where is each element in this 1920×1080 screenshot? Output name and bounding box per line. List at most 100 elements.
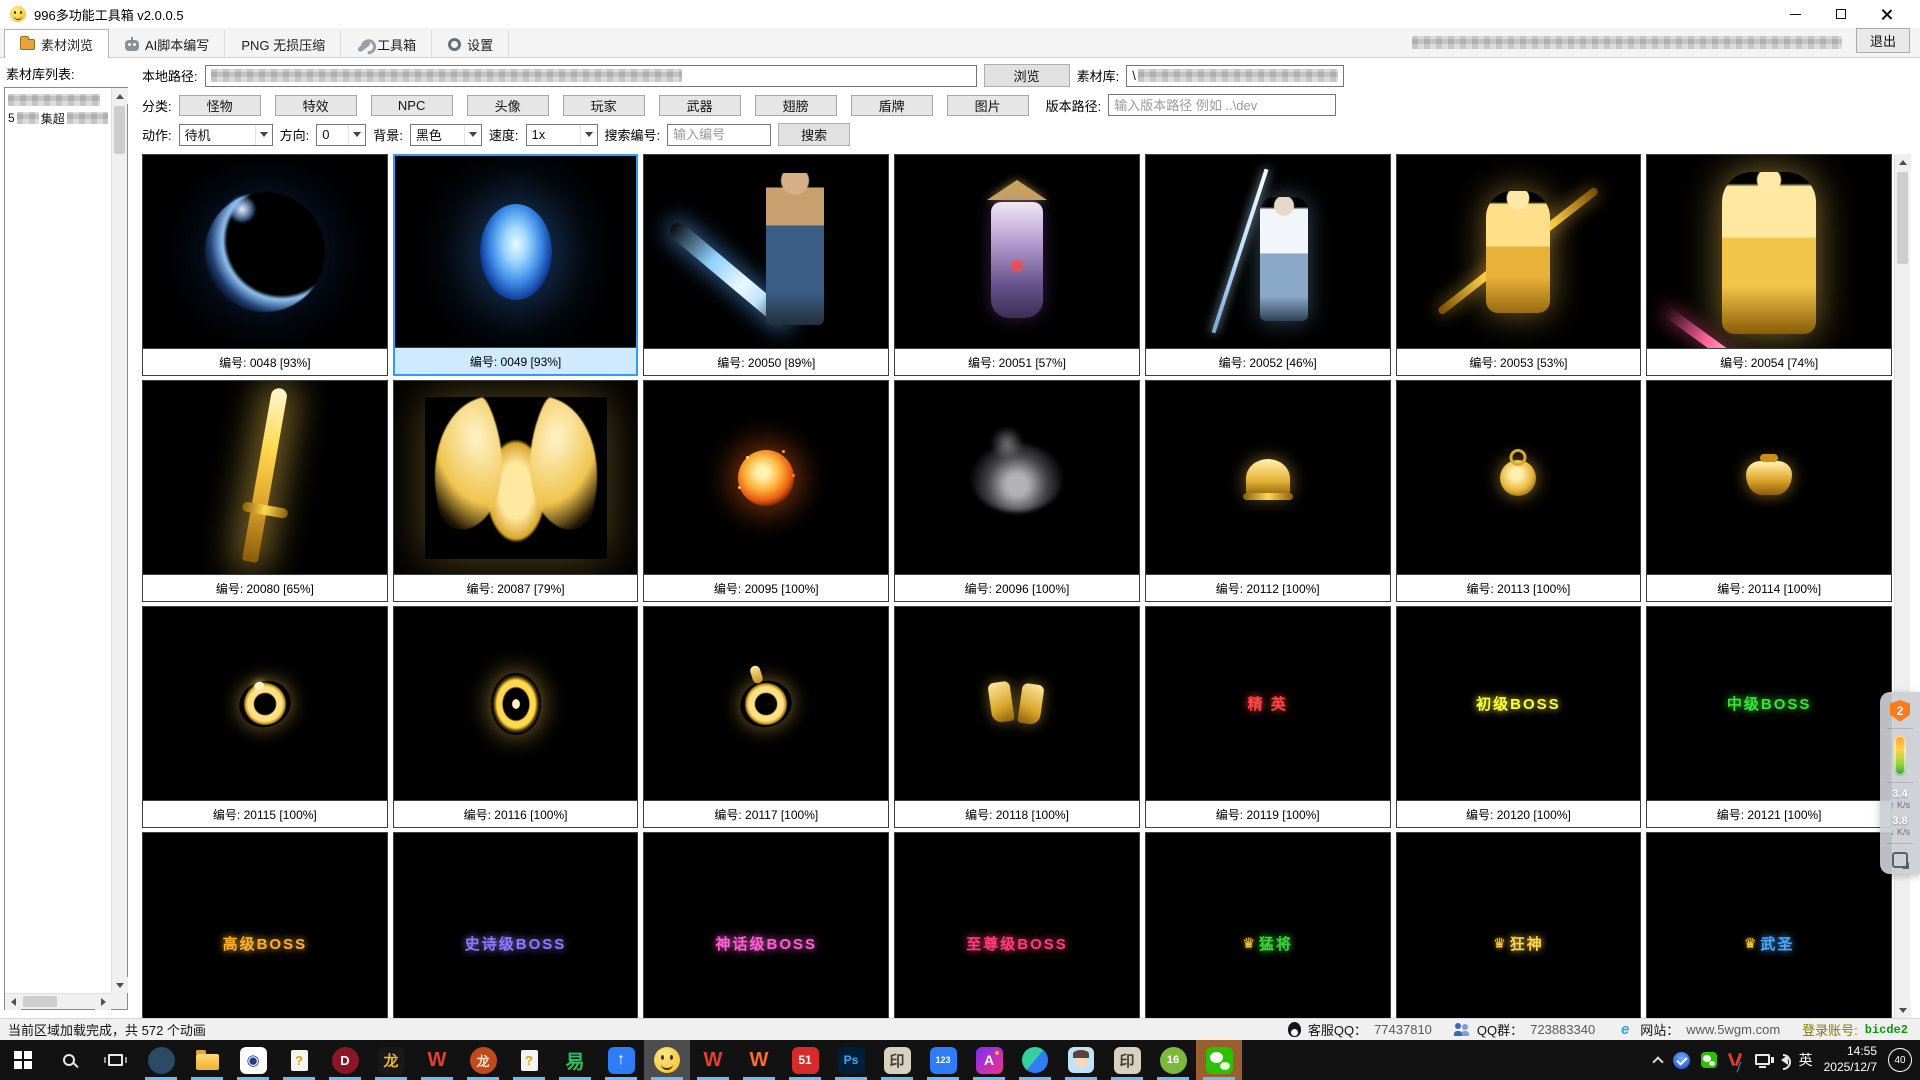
- gold-dragon-app[interactable]: 龙: [368, 1040, 414, 1080]
- category-image[interactable]: 图片: [947, 95, 1029, 116]
- ime-indicator[interactable]: 英: [1799, 1050, 1813, 1070]
- tray-expand-icon[interactable]: [1652, 1056, 1663, 1067]
- tab-toolbox[interactable]: 工具箱: [341, 30, 432, 57]
- background-select[interactable]: 黑色: [410, 124, 482, 146]
- asset-cell[interactable]: 编号: 20116 [100%]: [393, 606, 639, 828]
- scroll-right-icon[interactable]: [95, 994, 111, 1010]
- scroll-up-icon[interactable]: [1895, 154, 1911, 170]
- asset-cell[interactable]: ♛猛将: [1145, 832, 1391, 1018]
- scroll-up-icon[interactable]: [112, 88, 128, 104]
- search-id-input[interactable]: [667, 124, 771, 146]
- vscroll-thumb[interactable]: [1897, 172, 1908, 264]
- performance-meter-icon[interactable]: [1894, 735, 1906, 776]
- d-circle-app[interactable]: D: [322, 1040, 368, 1080]
- tab-material-browse[interactable]: 素材浏览: [4, 29, 109, 58]
- viewer-app[interactable]: ◉: [230, 1040, 276, 1080]
- wps-office-app-3[interactable]: W: [736, 1040, 782, 1080]
- asset-cell[interactable]: 编号: 20053 [53%]: [1396, 154, 1642, 376]
- library-hscrollbar[interactable]: [5, 993, 111, 1009]
- asset-cell[interactable]: 编号: 20052 [46%]: [1145, 154, 1391, 376]
- category-npc[interactable]: NPC: [371, 95, 453, 116]
- close-button[interactable]: [1864, 0, 1910, 28]
- asset-cell[interactable]: 史诗级BOSS: [393, 832, 639, 1018]
- hscroll-thumb[interactable]: [23, 996, 57, 1007]
- search-button[interactable]: 搜索: [778, 123, 850, 146]
- direction-select[interactable]: 0: [316, 124, 366, 146]
- action-select[interactable]: 待机: [179, 124, 273, 146]
- security-tray-icon[interactable]: [1673, 1052, 1690, 1069]
- avatar-app[interactable]: [1058, 1040, 1104, 1080]
- file-explorer-app[interactable]: [184, 1040, 230, 1080]
- start-button[interactable]: [0, 1040, 46, 1080]
- asset-cell[interactable]: ♛武圣: [1646, 832, 1892, 1018]
- asset-cell[interactable]: 精 英编号: 20119 [100%]: [1145, 606, 1391, 828]
- tab-settings[interactable]: 设置: [432, 30, 509, 57]
- browse-button[interactable]: 浏览: [984, 64, 1070, 87]
- vscroll-thumb[interactable]: [114, 106, 125, 154]
- speed-select[interactable]: 1x: [526, 124, 598, 146]
- app-51[interactable]: 51: [782, 1040, 828, 1080]
- asset-cell[interactable]: 初级BOSS编号: 20120 [100%]: [1396, 606, 1642, 828]
- category-player[interactable]: 玩家: [563, 95, 645, 116]
- wps-office-app-2[interactable]: W: [690, 1040, 736, 1080]
- doc-question-app-2[interactable]: ?: [506, 1040, 552, 1080]
- asset-cell[interactable]: 高级BOSS: [142, 832, 388, 1018]
- screenshot-icon[interactable]: [1892, 852, 1908, 868]
- grid-vscrollbar[interactable]: [1894, 154, 1910, 1018]
- green-char-app[interactable]: 易: [552, 1040, 598, 1080]
- minimize-button[interactable]: [1772, 0, 1818, 28]
- category-shield[interactable]: 盾牌: [851, 95, 933, 116]
- asset-cell[interactable]: 编号: 20080 [65%]: [142, 380, 388, 602]
- maximize-button[interactable]: [1818, 0, 1864, 28]
- asset-cell[interactable]: 编号: 20112 [100%]: [1145, 380, 1391, 602]
- scroll-left-icon[interactable]: [5, 994, 21, 1010]
- library-listbox[interactable]: 5集超: [4, 87, 128, 1010]
- asset-cell[interactable]: 编号: 20117 [100%]: [643, 606, 889, 828]
- network-icon[interactable]: [1755, 1054, 1770, 1065]
- asset-cell[interactable]: 中级BOSS编号: 20121 [100%]: [1646, 606, 1892, 828]
- asset-cell[interactable]: 编号: 20087 [79%]: [393, 380, 639, 602]
- scroll-down-icon[interactable]: [1895, 1002, 1911, 1018]
- library-path-input[interactable]: \: [1126, 65, 1344, 87]
- wps-office-app[interactable]: W: [414, 1040, 460, 1080]
- category-weapon[interactable]: 武器: [659, 95, 741, 116]
- search-button[interactable]: [46, 1040, 92, 1080]
- category-avatar[interactable]: 头像: [467, 95, 549, 116]
- list-item[interactable]: [8, 92, 108, 108]
- doc-question-app[interactable]: ?: [276, 1040, 322, 1080]
- app-123[interactable]: 123: [920, 1040, 966, 1080]
- library-vscrollbar[interactable]: [111, 88, 127, 993]
- task-view-button[interactable]: [92, 1040, 138, 1080]
- toolbox-996-app[interactable]: [644, 1040, 690, 1080]
- asset-cell[interactable]: 编号: 20115 [100%]: [142, 606, 388, 828]
- asset-cell[interactable]: 编号: 0048 [93%]: [142, 154, 388, 376]
- asset-cell[interactable]: 编号: 20051 [57%]: [894, 154, 1140, 376]
- clock[interactable]: 14:55 2025/12/7: [1824, 1044, 1877, 1075]
- tab-ai-script[interactable]: AI脚本编写: [109, 30, 225, 57]
- asset-cell[interactable]: 至尊级BOSS: [894, 832, 1140, 1018]
- app-16[interactable]: 16: [1150, 1040, 1196, 1080]
- asset-cell[interactable]: 编号: 20096 [100%]: [894, 380, 1140, 602]
- category-wings[interactable]: 翅膀: [755, 95, 837, 116]
- photoshop-app[interactable]: Ps: [828, 1040, 874, 1080]
- seal-stamp-app-2[interactable]: 印: [1104, 1040, 1150, 1080]
- notification-icon[interactable]: 40: [1888, 1048, 1912, 1072]
- scroll-down-icon[interactable]: [112, 977, 128, 993]
- security-badge-icon[interactable]: 2: [1890, 700, 1910, 722]
- wechat-tray-icon[interactable]: [1701, 1052, 1717, 1068]
- v-cloud-tray-icon[interactable]: [1728, 1053, 1744, 1067]
- volume-icon[interactable]: [1781, 1055, 1788, 1065]
- asset-cell[interactable]: 编号: 20054 [74%]: [1646, 154, 1892, 376]
- website-value[interactable]: www.5wgm.com: [1686, 1022, 1780, 1037]
- asset-cell[interactable]: 编号: 20095 [100%]: [643, 380, 889, 602]
- blue-arrow-app[interactable]: ↑: [598, 1040, 644, 1080]
- wechat-app[interactable]: [1196, 1040, 1242, 1080]
- asset-cell[interactable]: 编号: 20050 [89%]: [643, 154, 889, 376]
- asset-cell[interactable]: ♛狂神: [1396, 832, 1642, 1018]
- asset-cell[interactable]: 神话级BOSS: [643, 832, 889, 1018]
- asset-cell[interactable]: 编号: 0049 [93%]: [393, 154, 639, 376]
- sphere-app[interactable]: [1012, 1040, 1058, 1080]
- local-path-input[interactable]: [205, 65, 977, 87]
- seal-stamp-app[interactable]: 印: [874, 1040, 920, 1080]
- media-app[interactable]: [138, 1040, 184, 1080]
